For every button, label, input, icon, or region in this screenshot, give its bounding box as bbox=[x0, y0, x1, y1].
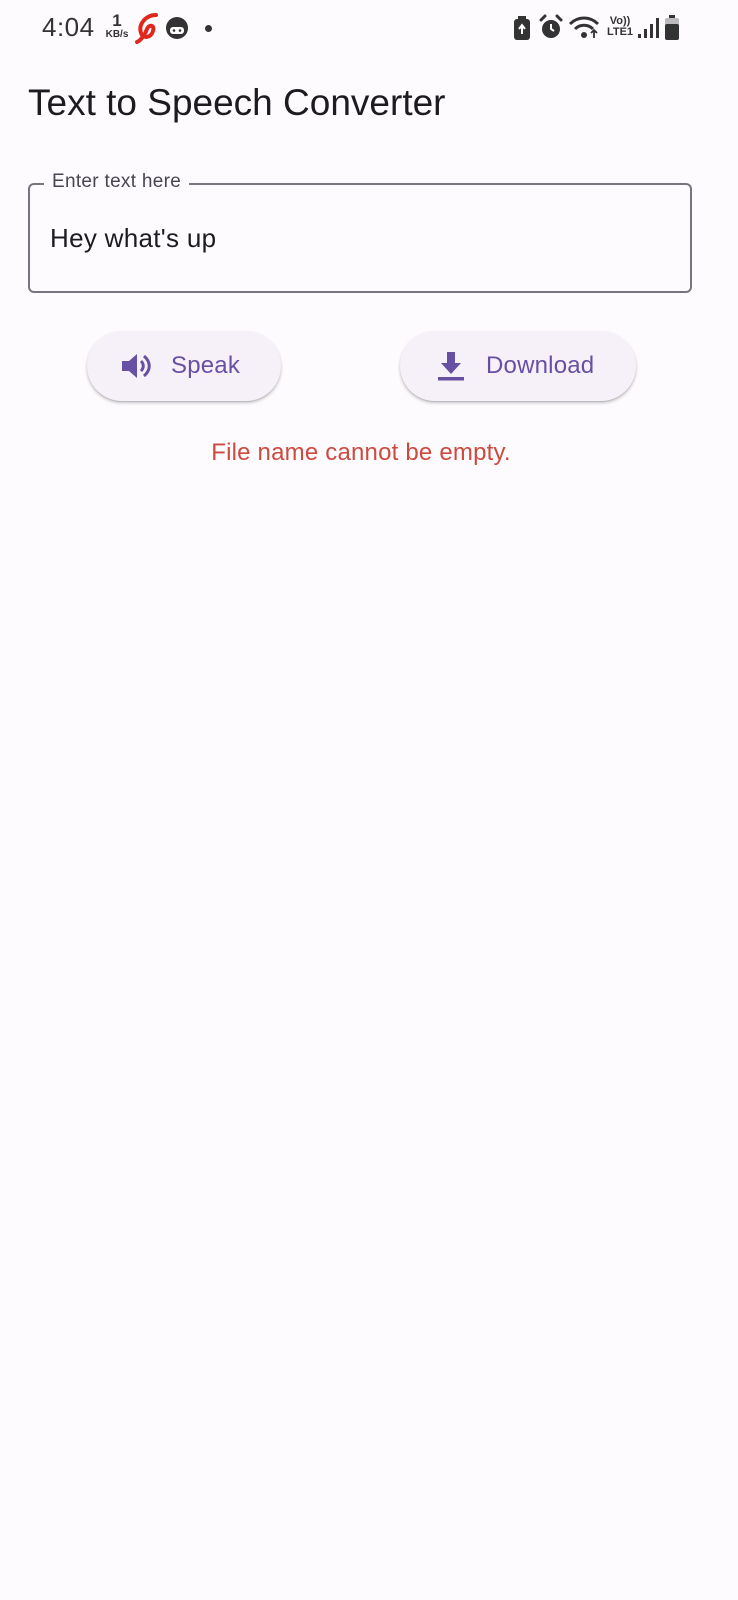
volte-indicator: Vo)) LTE1 bbox=[605, 16, 635, 38]
text-input-label: Enter text here bbox=[44, 171, 190, 193]
speak-button[interactable]: Speak bbox=[87, 331, 281, 401]
download-button[interactable]: Download bbox=[400, 331, 636, 401]
volume-up-icon bbox=[119, 349, 153, 383]
status-bar: 4:04 1 KB/s Vo)) LTE1 bbox=[0, 0, 738, 56]
network-speed: 1 KB/s bbox=[102, 12, 132, 40]
notification-dot bbox=[205, 25, 212, 32]
alarm-icon bbox=[538, 14, 564, 47]
page-title: Text to Speech Converter bbox=[28, 82, 446, 123]
download-icon bbox=[434, 349, 468, 383]
lte-label: LTE1 bbox=[606, 26, 634, 38]
status-time: 4:04 bbox=[42, 12, 95, 42]
network-speed-value: 1 bbox=[112, 11, 122, 30]
wifi-icon bbox=[568, 16, 600, 45]
signal-strength-icon bbox=[637, 17, 659, 44]
battery-icon bbox=[664, 15, 680, 46]
error-message: File name cannot be empty. bbox=[211, 439, 511, 466]
battery-saver-icon bbox=[512, 15, 532, 46]
download-button-label: Download bbox=[486, 352, 595, 379]
game-notification-icon bbox=[164, 15, 190, 46]
text-input-field[interactable]: Enter text here Hey what's up bbox=[28, 171, 692, 293]
app-screen: 4:04 1 KB/s Vo)) LTE1 Text to Speech Con… bbox=[0, 0, 738, 1600]
text-input-value[interactable]: Hey what's up bbox=[50, 223, 216, 254]
carrier-logo-icon bbox=[134, 12, 164, 49]
network-speed-unit: KB/s bbox=[105, 29, 129, 40]
speak-button-label: Speak bbox=[171, 352, 241, 379]
